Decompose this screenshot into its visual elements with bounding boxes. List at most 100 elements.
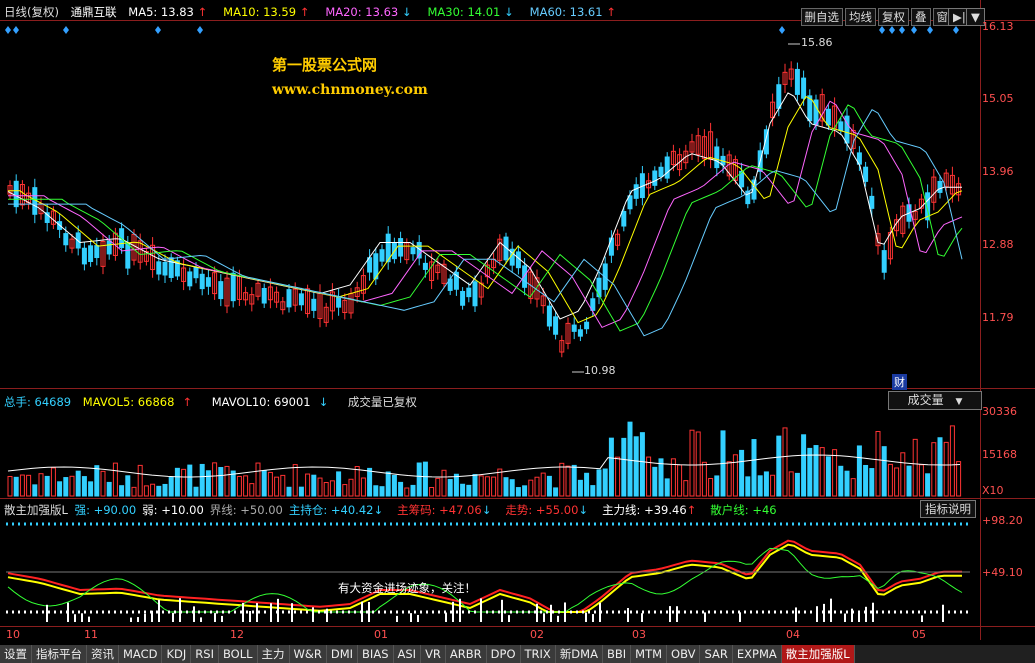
volume-bar bbox=[199, 463, 205, 497]
tab-10[interactable]: BIAS bbox=[358, 645, 394, 663]
tab-12[interactable]: VR bbox=[421, 645, 446, 663]
tab-22[interactable]: 散主加强版L bbox=[781, 645, 855, 663]
volume-bar bbox=[323, 482, 329, 497]
tab-20[interactable]: SAR bbox=[700, 645, 733, 663]
volume-bar bbox=[174, 467, 180, 497]
volume-bar bbox=[838, 465, 844, 497]
indicator-name[interactable]: 散主加强版L bbox=[4, 503, 68, 517]
arrow-down-icon: ↓ bbox=[578, 503, 589, 517]
tab-4[interactable]: KDJ bbox=[162, 645, 192, 663]
volume-bar bbox=[732, 454, 738, 497]
candle-body bbox=[881, 250, 887, 273]
right-axis-divider bbox=[980, 0, 981, 640]
tab-16[interactable]: 新DMA bbox=[555, 645, 603, 663]
candle-body bbox=[794, 68, 800, 95]
candlesticks bbox=[7, 61, 962, 358]
chevron-down-icon: ▼ bbox=[955, 397, 963, 407]
candle-body bbox=[466, 287, 472, 298]
volume-bar bbox=[354, 466, 360, 497]
volume-bar bbox=[75, 470, 81, 497]
volume-bar bbox=[689, 429, 695, 497]
date-tick: 11 bbox=[84, 628, 98, 641]
date-tick: 03 bbox=[632, 628, 646, 641]
candle-body bbox=[106, 240, 112, 255]
tab-18[interactable]: MTM bbox=[631, 645, 668, 663]
volume-bar bbox=[683, 480, 689, 497]
candle-body bbox=[869, 195, 875, 209]
candle-body bbox=[193, 267, 199, 279]
candle-body bbox=[838, 121, 844, 132]
indicator-help-button[interactable]: 指标说明 bbox=[920, 500, 976, 518]
candle-body bbox=[88, 245, 94, 262]
volume-tick-2: 15168 bbox=[982, 448, 1017, 461]
tab-8[interactable]: W&R bbox=[289, 645, 327, 663]
volume-bar bbox=[38, 473, 44, 497]
tab-5[interactable]: RSI bbox=[191, 645, 219, 663]
volume-bar bbox=[249, 483, 255, 497]
volume-bar bbox=[590, 485, 596, 497]
volume-bar bbox=[900, 452, 906, 497]
candle-body bbox=[156, 261, 162, 275]
tab-7[interactable]: 主力 bbox=[257, 645, 290, 663]
indicator-value-1: 弱: +10.00 bbox=[142, 503, 204, 517]
candle-body bbox=[652, 170, 658, 186]
volume-bar bbox=[137, 464, 143, 497]
candle-body bbox=[162, 261, 168, 276]
volume-bar bbox=[894, 467, 900, 497]
event-diamond-icon bbox=[879, 26, 885, 34]
volume-bar bbox=[695, 431, 701, 497]
indicator-value-6: 主力线: +39.46↑ bbox=[602, 503, 697, 517]
price-tick-2: 15.05 bbox=[982, 92, 1014, 105]
tab-2[interactable]: 资讯 bbox=[87, 645, 119, 663]
volume-bar bbox=[50, 467, 56, 497]
volume-bar bbox=[348, 478, 354, 497]
chart-canvas[interactable] bbox=[0, 0, 980, 640]
volume-bar bbox=[429, 486, 435, 497]
tab-9[interactable]: DMI bbox=[326, 645, 359, 663]
volume-indicator-select[interactable]: 成交量 ▼ bbox=[888, 391, 982, 410]
candle-body bbox=[825, 108, 831, 126]
event-diamond-icon bbox=[779, 26, 785, 34]
candle-body bbox=[286, 289, 292, 308]
volume-bar bbox=[69, 475, 75, 497]
tab-17[interactable]: BBI bbox=[602, 645, 632, 663]
volume-bar bbox=[478, 475, 484, 497]
tab-3[interactable]: MACD bbox=[119, 645, 163, 663]
volume-bar bbox=[26, 474, 32, 497]
date-tick: 12 bbox=[230, 628, 244, 641]
tab-1[interactable]: 指标平台 bbox=[32, 645, 87, 663]
tab-11[interactable]: ASI bbox=[393, 645, 422, 663]
indicator-tab-bar: 设置 指标平台 资讯 MACD KDJ RSI BOLL 主力 W&R DMI BIAS ASI VR A… bbox=[0, 645, 1035, 663]
volume-bar bbox=[44, 475, 50, 497]
volume-bar bbox=[360, 477, 366, 497]
volume-tick-1: 30336 bbox=[982, 405, 1017, 418]
tab-15[interactable]: TRIX bbox=[520, 645, 556, 663]
volume-bar bbox=[509, 479, 515, 497]
volume-bar bbox=[664, 478, 670, 497]
date-tick: 05 bbox=[912, 628, 926, 641]
tab-14[interactable]: DPO bbox=[486, 645, 521, 663]
volume-bar bbox=[825, 456, 831, 497]
volume-bar bbox=[540, 472, 546, 497]
candle-body bbox=[863, 166, 869, 182]
candle-body bbox=[63, 233, 69, 246]
signal-note: 有大资金进场迹象，关注！ bbox=[338, 581, 476, 595]
tab-21[interactable]: EXPMA bbox=[732, 645, 782, 663]
tab-19[interactable]: OBV bbox=[667, 645, 701, 663]
tab-6[interactable]: BOLL bbox=[218, 645, 258, 663]
total-volume: 总手: 64689 bbox=[4, 395, 72, 409]
candle-body bbox=[664, 156, 670, 179]
volume-bar bbox=[875, 431, 881, 497]
candle-body bbox=[608, 237, 614, 256]
volume-bar bbox=[106, 481, 112, 497]
event-diamond-icon bbox=[5, 26, 11, 34]
tab-13[interactable]: ARBR bbox=[445, 645, 487, 663]
volume-unit: X10 bbox=[982, 484, 1004, 497]
volume-bar bbox=[813, 445, 819, 497]
candle-body bbox=[379, 249, 385, 262]
tab-0[interactable]: 设置 bbox=[0, 645, 32, 663]
volume-bar bbox=[925, 473, 931, 497]
volume-bar bbox=[677, 464, 683, 497]
volume-bar bbox=[553, 487, 559, 497]
volume-bar bbox=[528, 479, 534, 497]
